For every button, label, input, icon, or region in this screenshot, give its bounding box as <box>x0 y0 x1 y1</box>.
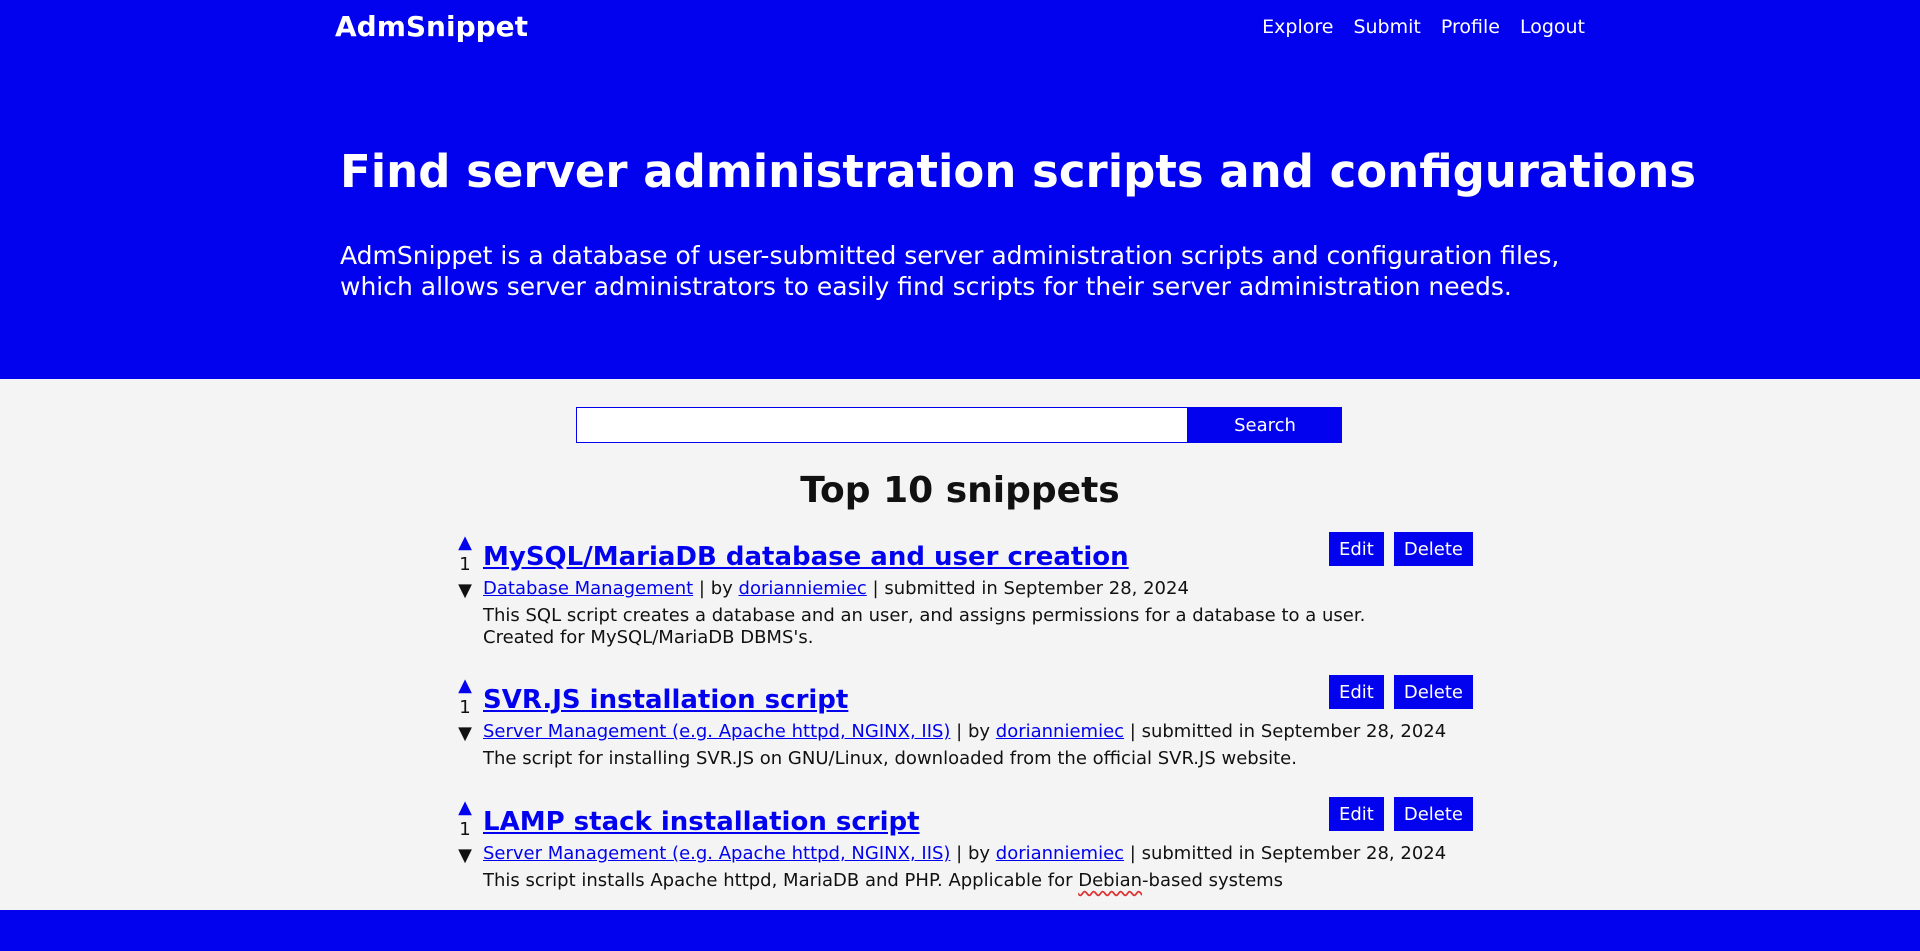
delete-button[interactable]: Delete <box>1393 532 1473 566</box>
submission-date: September 28, 2024 <box>1003 578 1189 599</box>
vote-count: 1 <box>459 819 471 840</box>
snippet-title-link[interactable]: SVR.JS installation script <box>483 685 848 715</box>
author-link[interactable]: dorianniemiec <box>739 578 867 599</box>
author-link[interactable]: dorianniemiec <box>996 721 1124 742</box>
delete-button[interactable]: Delete <box>1393 797 1473 831</box>
submitted-label: submitted in <box>884 578 998 599</box>
snippet-actions: Edit Delete <box>1328 532 1473 566</box>
section-title: Top 10 snippets <box>800 470 1120 511</box>
hero-title: Find server administration scripts and c… <box>340 145 1697 198</box>
submission-date: September 28, 2024 <box>1260 843 1447 864</box>
hero-description: AdmSnippet is a database of user-submitt… <box>340 241 1560 301</box>
snippet-description: This SQL script creates a database and a… <box>483 605 1366 648</box>
snippet-description: The script for installing SVR.JS on GNU/… <box>483 748 1297 769</box>
nav-submit[interactable]: Submit <box>1353 16 1420 38</box>
snippet-meta: Database Management | by dorianniemiec |… <box>483 578 1189 599</box>
meta-separator: | <box>1124 843 1142 864</box>
meta-separator: | <box>950 721 968 742</box>
snippet-actions: Edit Delete <box>1328 797 1473 831</box>
category-link[interactable]: Server Management (e.g. Apache httpd, NG… <box>483 721 950 742</box>
edit-button[interactable]: Edit <box>1328 675 1384 709</box>
submitted-label: submitted in <box>1141 843 1256 864</box>
downvote-icon[interactable]: ▼ <box>456 845 474 866</box>
category-link[interactable]: Server Management (e.g. Apache httpd, NG… <box>483 843 950 864</box>
description-text: This script installs Apache httpd, Maria… <box>483 870 1079 891</box>
category-link[interactable]: Database Management <box>483 578 693 599</box>
nav-logout[interactable]: Logout <box>1520 16 1585 38</box>
search-button[interactable]: Search <box>1188 407 1342 443</box>
meta-separator: | <box>950 843 968 864</box>
meta-separator: | <box>866 578 885 599</box>
snippet-title-link[interactable]: LAMP stack installation script <box>483 807 920 837</box>
snippet-item: ▲ 1 ▼ SVR.JS installation script Server … <box>456 675 1473 775</box>
snippet-meta: Server Management (e.g. Apache httpd, NG… <box>483 721 1446 742</box>
snippet-meta: Server Management (e.g. Apache httpd, NG… <box>483 843 1446 864</box>
nav-profile[interactable]: Profile <box>1441 16 1500 38</box>
upvote-icon[interactable]: ▲ <box>456 675 474 696</box>
delete-button[interactable]: Delete <box>1393 675 1473 709</box>
snippet-description: This script installs Apache httpd, Maria… <box>483 870 1423 892</box>
top-banner: AdmSnippet Explore Submit Profile Logout… <box>0 0 1920 379</box>
downvote-icon[interactable]: ▼ <box>456 580 474 601</box>
by-label: by <box>967 843 991 864</box>
snippet-item: ▲ 1 ▼ LAMP stack installation script Ser… <box>456 797 1473 897</box>
snippet-title-link[interactable]: MySQL/MariaDB database and user creation <box>483 542 1129 572</box>
search-input[interactable] <box>576 407 1188 443</box>
meta-separator: | <box>1124 721 1142 742</box>
author-link[interactable]: dorianniemiec <box>996 843 1124 864</box>
snippet-item: ▲ 1 ▼ MySQL/MariaDB database and user cr… <box>456 532 1473 652</box>
footer-bar <box>0 910 1920 951</box>
edit-button[interactable]: Edit <box>1328 797 1384 831</box>
submission-date: September 28, 2024 <box>1260 721 1447 742</box>
by-label: by <box>710 578 733 599</box>
main-nav: Explore Submit Profile Logout <box>1262 16 1585 38</box>
upvote-icon[interactable]: ▲ <box>456 532 474 553</box>
by-label: by <box>967 721 991 742</box>
description-text: -based systems <box>1142 870 1284 891</box>
downvote-icon[interactable]: ▼ <box>456 723 474 744</box>
upvote-icon[interactable]: ▲ <box>456 797 474 818</box>
snippet-actions: Edit Delete <box>1328 675 1473 709</box>
vote-count: 1 <box>459 554 471 575</box>
vote-count: 1 <box>459 697 471 718</box>
meta-separator: | <box>693 578 711 599</box>
submitted-label: submitted in <box>1141 721 1256 742</box>
nav-explore[interactable]: Explore <box>1262 16 1333 38</box>
site-logo[interactable]: AdmSnippet <box>335 10 528 43</box>
edit-button[interactable]: Edit <box>1328 532 1384 566</box>
search-form: Search <box>576 407 1342 443</box>
spellcheck-flagged-word: Debian <box>1078 870 1143 891</box>
